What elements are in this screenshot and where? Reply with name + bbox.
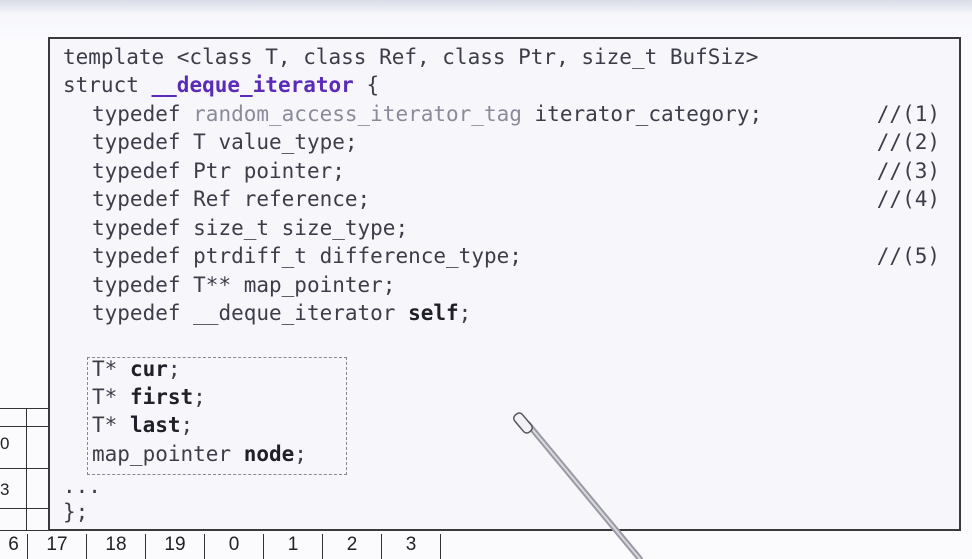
typedef-comment: //(2) bbox=[876, 130, 940, 154]
field-name: node bbox=[243, 442, 295, 466]
index-cell: 1 bbox=[263, 534, 322, 559]
field-end: ; bbox=[294, 442, 307, 466]
field-end: ; bbox=[193, 385, 206, 409]
typedef-keyword: typedef bbox=[92, 130, 194, 154]
index-cell: 2 bbox=[322, 534, 381, 559]
top-shadow bbox=[0, 0, 972, 14]
typedef-comment: //(1) bbox=[876, 102, 940, 126]
typedef-rest: reference; bbox=[231, 187, 371, 211]
cell-label: 3 bbox=[0, 480, 10, 499]
member-fields-box: T* cur; T* first; T* last; map_pointer n… bbox=[87, 357, 347, 475]
typedef-self-line: typedef __deque_iterator self; bbox=[63, 299, 471, 327]
typedef-line: typedef random_access_iterator_tag itera… bbox=[63, 100, 762, 128]
field-type: map_pointer bbox=[92, 442, 244, 466]
typedef-end: ; bbox=[458, 301, 472, 325]
code-panel: template <class T, class Ref, class Ptr,… bbox=[48, 37, 961, 531]
typedef-line: typedef Ptr pointer; bbox=[63, 157, 345, 185]
grid-line bbox=[0, 508, 48, 509]
index-cell: 18 bbox=[86, 534, 145, 559]
field-name: first bbox=[129, 385, 194, 409]
index-cell: 3 bbox=[381, 534, 441, 559]
field-end: ; bbox=[167, 357, 181, 381]
typedef-type: Ptr bbox=[193, 159, 232, 183]
typedef-type: Ref bbox=[193, 187, 232, 211]
typedef-rest: value_type; bbox=[205, 130, 358, 154]
typedef-self-name: self bbox=[408, 301, 459, 325]
cell-label: 0 bbox=[0, 434, 10, 453]
typedef-type: ptrdiff_t bbox=[193, 244, 307, 268]
typedef-comment: //(3) bbox=[876, 159, 940, 183]
memory-grid-left: 0 3 bbox=[0, 408, 48, 530]
field-name: cur bbox=[129, 357, 168, 381]
field-name: last bbox=[129, 413, 181, 437]
field-type: T* bbox=[92, 385, 130, 409]
grid-line bbox=[0, 426, 48, 427]
typedef-type: size_t bbox=[193, 216, 270, 240]
index-cell: 0 bbox=[204, 534, 263, 559]
typedef-line: typedef size_t size_type; bbox=[63, 214, 408, 242]
field-line: T* cur; bbox=[92, 355, 181, 383]
typedef-rest: pointer; bbox=[231, 159, 345, 183]
typedef-rest: size_type; bbox=[269, 216, 409, 240]
typedef-line: typedef ptrdiff_t difference_type; bbox=[63, 242, 522, 270]
typedef-keyword: typedef bbox=[92, 244, 194, 268]
struct-line: struct __deque_iterator { bbox=[63, 71, 379, 99]
typedef-type: T** bbox=[193, 273, 232, 297]
field-line: map_pointer node; bbox=[92, 440, 307, 468]
field-type: T* bbox=[92, 357, 130, 381]
typedef-keyword: typedef bbox=[92, 102, 194, 126]
typedef-comment: //(4) bbox=[876, 187, 940, 211]
typedef-type: random_access_iterator_tag bbox=[193, 102, 522, 126]
typedef-keyword: typedef bbox=[92, 187, 194, 211]
typedef-type: __deque_iterator bbox=[193, 301, 409, 325]
closing-brace-line: }; bbox=[63, 500, 89, 524]
typedef-rest: map_pointer; bbox=[231, 273, 396, 297]
grid-line bbox=[26, 408, 27, 530]
typedef-line: typedef Ref reference; bbox=[63, 185, 370, 213]
field-type: T* bbox=[92, 413, 130, 437]
typedef-keyword: typedef bbox=[92, 273, 194, 297]
struct-open-brace: { bbox=[353, 73, 380, 97]
index-cell: 17 bbox=[27, 534, 86, 559]
ellipsis-line: ... bbox=[63, 474, 101, 498]
bottom-index-row: 6 17 18 19 0 1 2 3 bbox=[0, 530, 441, 559]
struct-keyword: struct bbox=[63, 73, 152, 97]
typedef-keyword: typedef bbox=[92, 159, 194, 183]
field-line: T* first; bbox=[92, 383, 206, 411]
index-cell: 6 bbox=[0, 534, 27, 559]
typedef-keyword: typedef bbox=[92, 216, 194, 240]
struct-name: __deque_iterator bbox=[151, 73, 354, 97]
template-line: template <class T, class Ref, class Ptr,… bbox=[63, 45, 759, 69]
typedef-type: T bbox=[193, 130, 206, 154]
grid-line bbox=[0, 408, 48, 409]
typedef-rest: difference_type; bbox=[306, 244, 522, 268]
index-cell: 19 bbox=[145, 534, 204, 559]
typedef-comment: //(5) bbox=[876, 244, 940, 268]
typedef-keyword: typedef bbox=[92, 301, 194, 325]
field-end: ; bbox=[180, 413, 194, 437]
typedef-line: typedef T value_type; bbox=[63, 128, 358, 156]
slide: 0 3 6 17 18 19 0 1 2 3 template <class T… bbox=[0, 0, 972, 559]
typedef-rest: iterator_category; bbox=[521, 102, 763, 126]
grid-line bbox=[0, 468, 48, 469]
field-line: T* last; bbox=[92, 411, 193, 439]
typedef-line: typedef T** map_pointer; bbox=[63, 271, 395, 299]
